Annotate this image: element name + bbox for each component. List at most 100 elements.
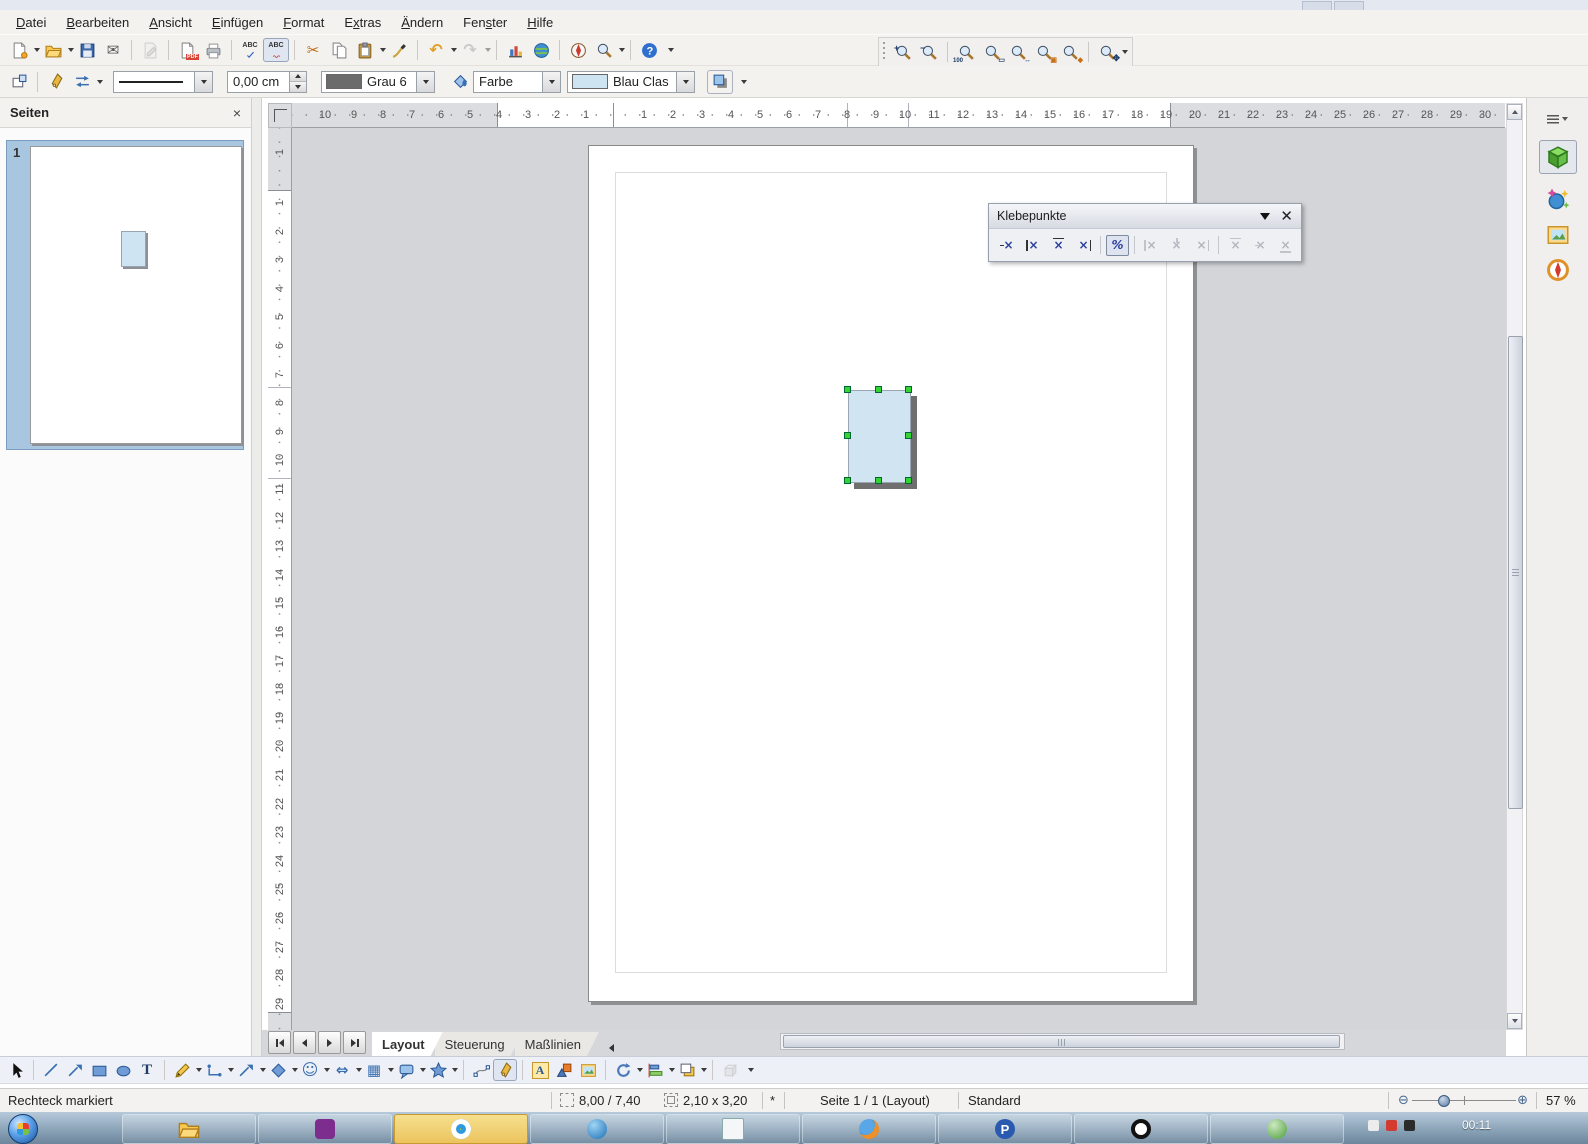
curve-tool[interactable] — [170, 1059, 194, 1081]
text-tool[interactable]: T — [135, 1059, 159, 1081]
selection-handle-bottom-right[interactable] — [905, 477, 912, 484]
horizontal-scrollbar[interactable] — [780, 1033, 1345, 1050]
save-button[interactable] — [74, 38, 100, 62]
gallery-button[interactable] — [528, 38, 554, 62]
open-button[interactable] — [40, 38, 66, 62]
line-width-value[interactable]: 0,00 cm — [228, 74, 289, 89]
glue-vertical-top-button[interactable]: × — [1224, 235, 1247, 256]
exit-direction-right-button[interactable]: × — [1072, 235, 1095, 256]
glue-horizontal-left-button[interactable]: × — [1140, 235, 1163, 256]
selected-rectangle-shape[interactable] — [848, 390, 911, 483]
flowchart-tool[interactable]: ▦ — [362, 1059, 386, 1081]
zoom-dropdown[interactable] — [619, 48, 625, 52]
toolbar-overflow[interactable] — [668, 48, 674, 52]
taskbar-item-black-ring-app[interactable] — [1074, 1114, 1208, 1144]
insert-glue-point-button[interactable]: × — [997, 235, 1020, 256]
line-width-stepper[interactable] — [289, 72, 306, 92]
zoom-in-button[interactable]: + — [890, 40, 916, 64]
glue-points-button[interactable] — [493, 1059, 517, 1081]
selection-handle-top-center[interactable] — [875, 386, 882, 393]
sidebar-tab-images[interactable] — [1539, 218, 1577, 252]
page-thumbnail-selected[interactable]: 1 — [6, 140, 244, 450]
zoom-button[interactable] — [591, 38, 617, 62]
drawing-page[interactable] — [588, 145, 1194, 1002]
taskbar-item-green-orb-app[interactable] — [1210, 1114, 1344, 1144]
toolbar2-overflow[interactable] — [741, 80, 747, 84]
close-icon[interactable]: ✕ — [1280, 207, 1293, 225]
drawing-toolbar-overflow[interactable] — [748, 1068, 754, 1072]
arrow-tool[interactable] — [63, 1059, 87, 1081]
taskbar-item-onenote[interactable] — [258, 1114, 392, 1144]
vertical-scrollbar-thumb[interactable] — [1508, 336, 1523, 809]
menu-aendern[interactable]: Ändern — [391, 12, 453, 33]
connector-tool[interactable] — [202, 1059, 226, 1081]
gluepoints-toolbar-titlebar[interactable]: Klebepunkte ✕ — [989, 204, 1301, 229]
glue-vertical-bottom-button[interactable]: × — [1274, 235, 1297, 256]
menu-format[interactable]: Format — [273, 12, 334, 33]
edit-file-button[interactable] — [137, 38, 163, 62]
rectangle-tool[interactable] — [87, 1059, 111, 1081]
vertical-ruler[interactable]: 1 12345678910111213141516171819202122232… — [268, 128, 292, 1030]
block-arrows-tool[interactable]: ⇔ — [330, 1059, 354, 1081]
taskbar-item-explorer[interactable] — [122, 1114, 256, 1144]
horizontal-ruler[interactable]: 1098765432112345678910111213141516171819… — [292, 103, 1505, 128]
position-size-button[interactable] — [6, 70, 32, 94]
zoom-out-button[interactable]: − — [916, 40, 942, 64]
taskbar-item-firefox[interactable] — [802, 1114, 936, 1144]
stars-tool[interactable] — [426, 1059, 450, 1081]
selection-handle-middle-right[interactable] — [905, 432, 912, 439]
line-style-select[interactable] — [113, 71, 213, 93]
fill-style-button[interactable] — [447, 70, 473, 94]
sidebar-tab-gallery[interactable] — [1539, 182, 1577, 216]
help-button[interactable] — [636, 38, 662, 62]
zoom-slider-thumb[interactable] — [1438, 1095, 1450, 1107]
status-page[interactable]: Seite 1 / 1 (Layout) — [820, 1093, 930, 1108]
rotate-button[interactable] — [611, 1059, 635, 1081]
last-page-button[interactable] — [343, 1031, 366, 1054]
line-style-dropdown[interactable] — [194, 72, 212, 92]
line-ends-style-button[interactable] — [69, 70, 95, 94]
navigator-button[interactable] — [565, 38, 591, 62]
extrusion-button[interactable] — [718, 1059, 742, 1081]
taskbar-item-notepad[interactable] — [666, 1114, 800, 1144]
3d-objects-button[interactable] — [552, 1059, 576, 1081]
tray-icon-3[interactable] — [1404, 1120, 1415, 1131]
line-tool[interactable] — [39, 1059, 63, 1081]
zoom-in-icon[interactable]: ⊕ — [1517, 1093, 1528, 1108]
tabbar-scroll-left[interactable] — [609, 1044, 614, 1052]
new-document-button[interactable] — [6, 38, 32, 62]
zoom-pan-button[interactable]: ✥ — [1094, 40, 1120, 64]
taskbar-clock[interactable]: 00:11 — [1462, 1118, 1491, 1132]
glue-horizontal-center-button[interactable]: × — [1165, 235, 1188, 256]
tray-icon-2[interactable] — [1386, 1120, 1397, 1131]
selection-handle-top-left[interactable] — [844, 386, 851, 393]
close-icon[interactable]: × — [233, 105, 241, 121]
basic-shapes-tool[interactable] — [266, 1059, 290, 1081]
shadow-toggle-button[interactable] — [707, 70, 733, 94]
scroll-up-button[interactable] — [1507, 104, 1522, 120]
horizontal-scrollbar-thumb[interactable] — [783, 1035, 1340, 1048]
send-email-button[interactable]: ✉ — [100, 38, 126, 62]
arrange-dropdown[interactable] — [701, 1068, 707, 1072]
next-page-button[interactable] — [318, 1031, 341, 1054]
chart-button[interactable] — [502, 38, 528, 62]
sidebar-menu-button[interactable] — [1547, 112, 1569, 126]
toolbar-grip[interactable] — [881, 42, 886, 62]
line-color-dropdown[interactable] — [416, 72, 434, 92]
status-template[interactable]: Standard — [968, 1093, 1021, 1108]
selection-handle-bottom-left[interactable] — [844, 477, 851, 484]
menu-ansicht[interactable]: Ansicht — [139, 12, 202, 33]
format-paintbrush-button[interactable] — [386, 38, 412, 62]
zoom-toolbar-overflow[interactable] — [1122, 50, 1128, 54]
tab-steuerung[interactable]: Steuerung — [435, 1032, 523, 1056]
fill-type-select[interactable]: Farbe — [473, 71, 561, 93]
zoom-object-button[interactable]: ▣ — [1031, 40, 1057, 64]
zoom-optimal-button[interactable]: ◆ — [1057, 40, 1083, 64]
tray-icon-1[interactable] — [1368, 1120, 1379, 1131]
redo-dropdown[interactable] — [485, 48, 491, 52]
zoom-slider[interactable]: ⊖ ⊕ — [1398, 1093, 1528, 1108]
redo-button[interactable]: ↷ — [457, 38, 483, 62]
menu-bearbeiten[interactable]: Bearbeiten — [56, 12, 139, 33]
glue-horizontal-right-button[interactable]: × — [1190, 235, 1213, 256]
fontwork-button[interactable]: A — [528, 1059, 552, 1081]
